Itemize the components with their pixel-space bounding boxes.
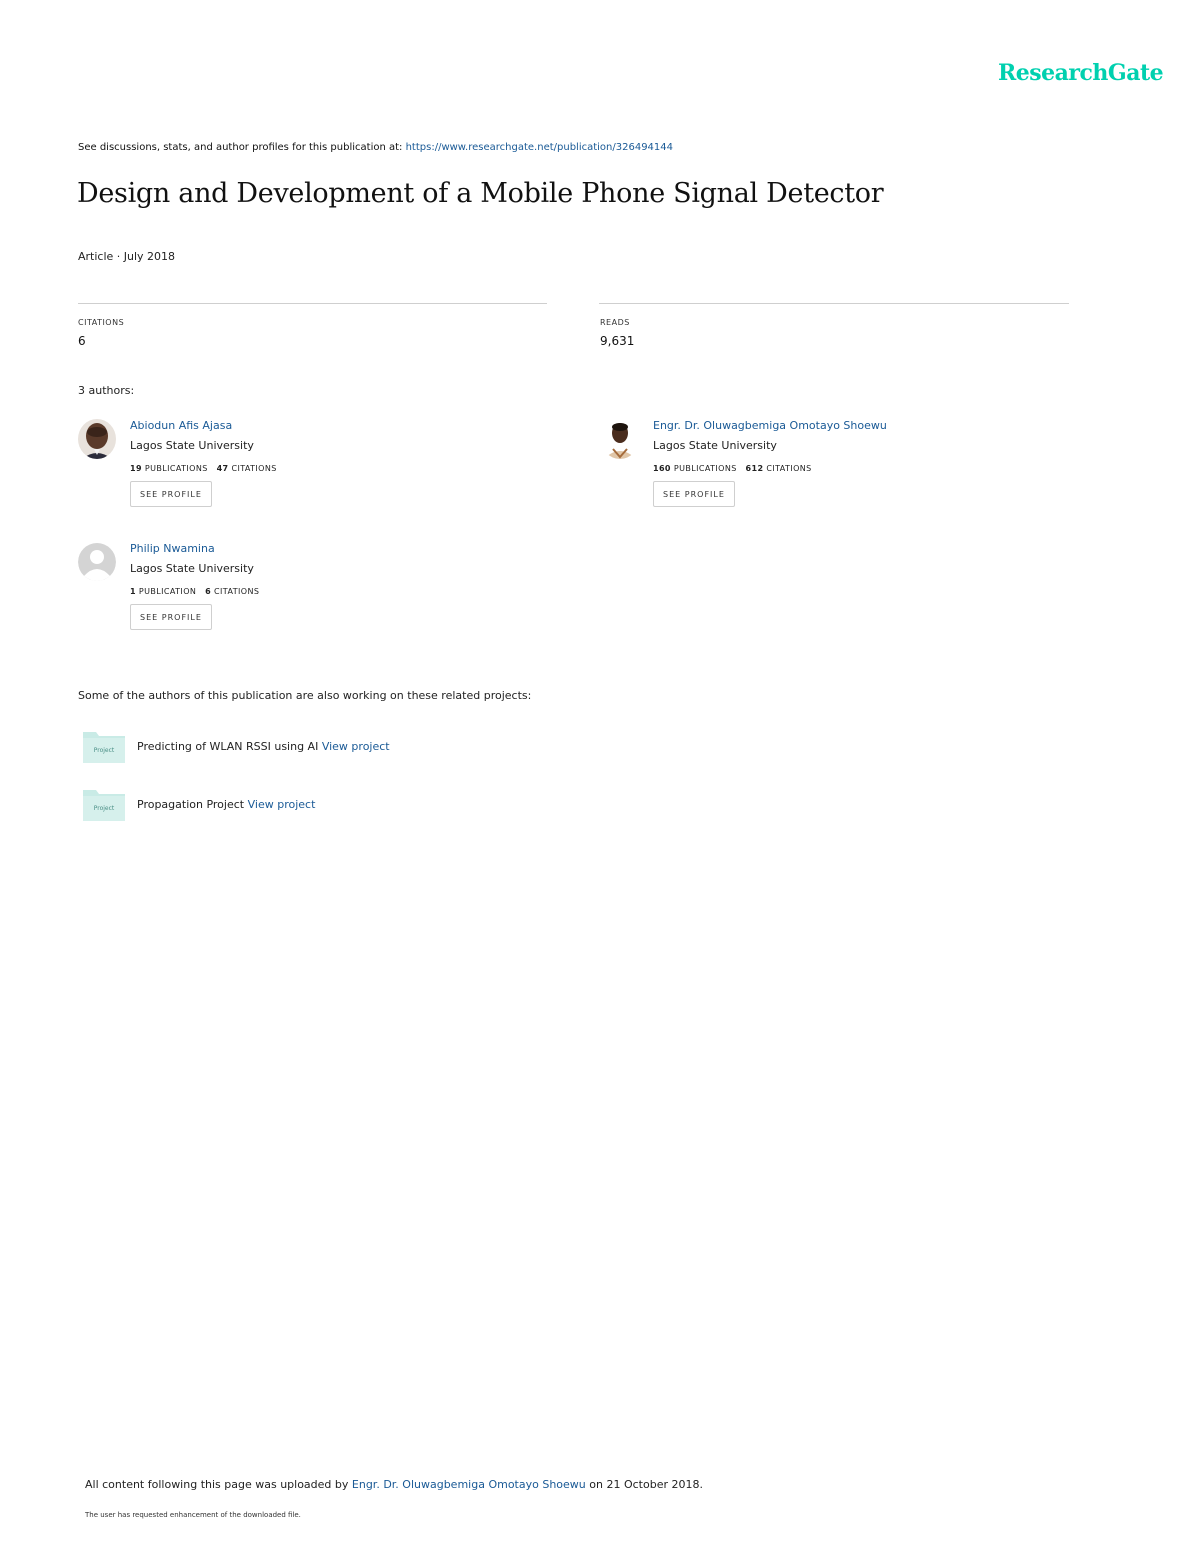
publication-label: PUBLICATIONS bbox=[673, 464, 737, 473]
folder-label: Project bbox=[94, 805, 115, 812]
citation-count: 6 bbox=[205, 587, 212, 596]
project-name: Propagation Project bbox=[137, 798, 245, 811]
author-stats: 19 PUBLICATIONS 47 CITATIONS bbox=[130, 464, 277, 473]
citation-label: CITATIONS bbox=[766, 464, 812, 473]
paper-title: Design and Development of a Mobile Phone… bbox=[77, 178, 884, 209]
citation-count: 47 bbox=[216, 464, 229, 473]
upload-notice: All content following this page was uplo… bbox=[85, 1478, 703, 1491]
project-item: Project Predicting of WLAN RSSI using AI… bbox=[82, 728, 542, 768]
author-stats: 1 PUBLICATION 6 CITATIONS bbox=[130, 587, 259, 596]
divider-left bbox=[78, 303, 547, 304]
publication-label: PUBLICATION bbox=[138, 587, 197, 596]
divider-right bbox=[599, 303, 1069, 304]
reads-label: READS bbox=[600, 318, 630, 327]
author-institution: Lagos State University bbox=[130, 439, 254, 452]
see-profile-button[interactable]: SEE PROFILE bbox=[653, 481, 735, 507]
upload-prefix: All content following this page was uplo… bbox=[85, 1478, 349, 1491]
author-institution: Lagos State University bbox=[130, 562, 254, 575]
project-item: Project Propagation Project View project bbox=[82, 786, 542, 826]
enhancement-note: The user has requested enhancement of th… bbox=[85, 1511, 301, 1519]
author-card-ajasa: Abiodun Afis Ajasa Lagos State Universit… bbox=[78, 419, 498, 529]
author-name-link[interactable]: Abiodun Afis Ajasa bbox=[130, 419, 232, 432]
author-name-link[interactable]: Philip Nwamina bbox=[130, 542, 215, 555]
citation-label: CITATIONS bbox=[214, 587, 260, 596]
default-avatar-icon[interactable] bbox=[78, 542, 116, 582]
publication-count: 19 bbox=[130, 464, 142, 473]
citation-count: 612 bbox=[745, 464, 764, 473]
author-card-shoewu: Engr. Dr. Oluwagbemiga Omotayo Shoewu La… bbox=[601, 419, 1021, 529]
view-project-link[interactable]: View project bbox=[248, 798, 316, 811]
author-name-link[interactable]: Engr. Dr. Oluwagbemiga Omotayo Shoewu bbox=[653, 419, 887, 432]
researchgate-logo[interactable]: ResearchGate bbox=[998, 60, 1164, 86]
publication-count: 1 bbox=[130, 587, 136, 596]
reads-value: 9,631 bbox=[600, 334, 635, 348]
publication-source-line: See discussions, stats, and author profi… bbox=[78, 142, 673, 153]
uploader-link[interactable]: Engr. Dr. Oluwagbemiga Omotayo Shoewu bbox=[352, 1478, 586, 1491]
avatar[interactable] bbox=[78, 419, 116, 459]
author-stats: 160 PUBLICATIONS 612 CITATIONS bbox=[653, 464, 812, 473]
see-profile-button[interactable]: SEE PROFILE bbox=[130, 481, 212, 507]
paper-meta: Article · July 2018 bbox=[78, 250, 176, 263]
authors-heading: 3 authors: bbox=[78, 384, 135, 397]
project-text: Propagation Project View project bbox=[137, 798, 315, 811]
author-institution: Lagos State University bbox=[653, 439, 777, 452]
citations-value: 6 bbox=[78, 334, 86, 348]
project-text: Predicting of WLAN RSSI using AI View pr… bbox=[137, 740, 390, 753]
project-name: Predicting of WLAN RSSI using AI bbox=[137, 740, 319, 753]
avatar[interactable] bbox=[601, 419, 639, 459]
see-profile-button[interactable]: SEE PROFILE bbox=[130, 604, 212, 630]
publication-url-link[interactable]: https://www.researchgate.net/publication… bbox=[406, 142, 673, 153]
publication-label: PUBLICATIONS bbox=[144, 464, 208, 473]
author-card-nwamina: Philip Nwamina Lagos State University 1 … bbox=[78, 542, 498, 652]
related-projects-heading: Some of the authors of this publication … bbox=[78, 689, 532, 702]
view-project-link[interactable]: View project bbox=[322, 740, 390, 753]
citations-label: CITATIONS bbox=[78, 318, 125, 327]
citation-label: CITATIONS bbox=[231, 464, 277, 473]
source-text: See discussions, stats, and author profi… bbox=[78, 142, 403, 153]
upload-suffix: on 21 October 2018. bbox=[589, 1478, 703, 1491]
folder-label: Project bbox=[94, 747, 115, 754]
publication-count: 160 bbox=[653, 464, 671, 473]
project-folder-icon: Project bbox=[82, 728, 126, 764]
project-folder-icon: Project bbox=[82, 786, 126, 822]
